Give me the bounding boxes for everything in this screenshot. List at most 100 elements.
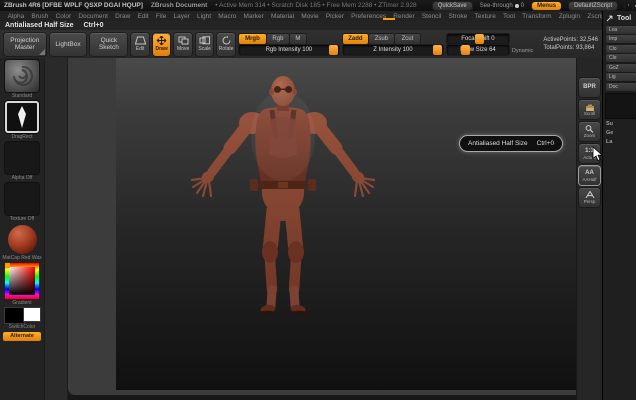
main-color-swatch[interactable] [4, 308, 24, 323]
texture-label: Texture Off [9, 216, 35, 222]
top-shelf-toolbar: Projection Master LightBox Quick Sketch … [0, 30, 602, 58]
hint-text: Antialiased Half Size [5, 22, 74, 29]
draw-label: Draw [155, 46, 168, 52]
canvas-bottom-strip [68, 395, 576, 400]
zsub-button[interactable]: Zsub [368, 33, 394, 44]
subtool-section-label[interactable]: Su [606, 121, 636, 127]
menu-document[interactable]: Document [75, 13, 112, 20]
scroll-hand-icon [585, 104, 594, 111]
menu-marker[interactable]: Marker [240, 13, 267, 20]
menu-stencil[interactable]: Stencil [418, 13, 445, 20]
menus-toggle-button[interactable]: Menus [532, 1, 562, 10]
projection-master-button[interactable]: Projection Master [4, 32, 46, 56]
menu-zplugin[interactable]: Zplugin [555, 13, 584, 20]
menu-file[interactable]: File [152, 13, 170, 20]
aahalf-tooltip: Antialiased Half Size Ctrl+0 [459, 135, 564, 152]
menu-light[interactable]: Light [193, 13, 214, 20]
rgb-button[interactable]: Rgb [266, 33, 289, 44]
app-title: ZBrush 4R6 [DFBE WPLF QSXP DGAI HQUP] [4, 2, 143, 9]
z-intensity-slider[interactable]: Z Intensity 100 [342, 44, 443, 55]
draw-icon [156, 36, 167, 45]
focal-shift-slider[interactable]: Focal Shift 0 [446, 33, 509, 44]
bpr-icon: BPR [583, 84, 596, 90]
see-through-knob-icon[interactable] [514, 3, 519, 8]
geometry-section-label[interactable]: Ge [606, 130, 636, 136]
draw-size-slider[interactable]: Draw Size 64 [446, 44, 509, 55]
aahalf-button[interactable]: AA AAHalf [579, 166, 600, 185]
tool-import-button[interactable]: Imp [606, 35, 636, 43]
layers-section-label[interactable]: La [606, 139, 636, 145]
menu-movie[interactable]: Movie [298, 13, 323, 20]
menu-color[interactable]: Color [52, 13, 75, 20]
scale-mode-button[interactable]: Scale [195, 32, 214, 56]
persp-button[interactable]: Persp [579, 188, 600, 207]
zadd-button[interactable]: Zadd [342, 33, 368, 44]
rgb-intensity-slider[interactable]: Rgb Intensity 100 [238, 44, 339, 55]
alternate-button[interactable]: Alternate [3, 332, 41, 341]
mrgb-button[interactable]: Mrgb [238, 33, 266, 44]
quicksave-button[interactable]: QuickSave [432, 1, 472, 10]
tool-document-button[interactable]: Doc [606, 82, 636, 91]
color-picker-sv-area[interactable] [9, 267, 35, 295]
secondary-color-swatch[interactable] [23, 308, 40, 321]
tool-lightbox-button[interactable]: Lig [606, 73, 636, 81]
edit-icon [134, 36, 146, 45]
zoom-button[interactable]: Zoom [579, 122, 600, 141]
hover-hint-bar: Antialiased Half Size Ctrl+0 [0, 21, 602, 30]
gradient-label[interactable]: Gradient [12, 300, 31, 306]
rotate-label: Rotate [218, 46, 234, 52]
quick-sketch-button[interactable]: Quick Sketch [90, 32, 128, 56]
alpha-selector[interactable] [5, 142, 39, 174]
menu-stroke[interactable]: Stroke [445, 13, 471, 20]
menu-texture[interactable]: Texture [471, 13, 500, 20]
menu-edit[interactable]: Edit [134, 13, 152, 20]
material-selector[interactable] [5, 224, 39, 254]
scroll-button[interactable]: Scroll [579, 100, 600, 119]
rotate-mode-button[interactable]: Rotate [217, 32, 235, 56]
tool-preview-box [606, 93, 636, 118]
see-through-value: 0 [520, 2, 525, 9]
default-zscript-button[interactable]: DefaultZScript [569, 1, 618, 10]
color-picker[interactable] [5, 263, 39, 299]
draw-size-handle[interactable] [460, 44, 470, 55]
tool-load-button[interactable]: Loa [606, 25, 636, 34]
see-through-slider[interactable]: See-through 0 [480, 3, 524, 9]
menu-tool[interactable]: Tool [499, 13, 518, 20]
menu-alpha[interactable]: Alpha [4, 13, 28, 20]
tool-palette-title[interactable]: Tool [617, 15, 631, 22]
brush-swirl-icon [12, 65, 33, 86]
bpr-button[interactable]: BPR [579, 78, 600, 97]
lightbox-button[interactable]: LightBox [49, 32, 87, 56]
move-mode-button[interactable]: Move [174, 32, 192, 56]
brush-selector[interactable] [5, 60, 39, 92]
dynamic-label[interactable]: Dynamic [512, 48, 533, 54]
stroke-selector[interactable] [5, 101, 39, 133]
switch-color-label[interactable]: SwitchColor [9, 324, 36, 330]
rotate-icon [222, 36, 231, 45]
menu-layer[interactable]: Layer [170, 13, 193, 20]
menu-macro[interactable]: Macro [215, 13, 240, 20]
menu-brush[interactable]: Brush [28, 13, 52, 20]
move-icon [178, 36, 189, 45]
zbrush-window: ZBrush 4R6 [DFBE WPLF QSXP DGAI HQUP] ZB… [0, 0, 636, 400]
tool-goz-button[interactable]: GoZ [606, 63, 636, 72]
z-intensity-handle[interactable] [432, 44, 442, 55]
draw-mode-button[interactable]: Draw [152, 32, 171, 56]
menu-picker[interactable]: Picker [322, 13, 347, 20]
zcut-button[interactable]: Zcut [394, 33, 420, 44]
focal-shift-handle[interactable] [474, 33, 484, 44]
tool-clone-button[interactable]: Clo [606, 44, 636, 53]
edit-mode-button[interactable]: Edit [131, 32, 149, 56]
menu-transform[interactable]: Transform [519, 13, 556, 20]
rgb-intensity-handle[interactable] [328, 44, 338, 55]
texture-selector[interactable] [5, 183, 39, 215]
tooltip-shortcut: Ctrl+0 [536, 140, 555, 147]
palette-hand-icon [606, 15, 613, 22]
right-shelf: BPR Scroll Zoom 1:1 Actual AA AAHalf Per… [576, 58, 602, 400]
menu-draw[interactable]: Draw [112, 13, 134, 20]
left-tray[interactable] [44, 58, 68, 400]
tool-clear-button[interactable]: Cle [606, 54, 636, 62]
canvas-viewport[interactable] [68, 58, 576, 395]
menu-material[interactable]: Material [267, 13, 297, 20]
m-button[interactable]: M [289, 33, 306, 44]
